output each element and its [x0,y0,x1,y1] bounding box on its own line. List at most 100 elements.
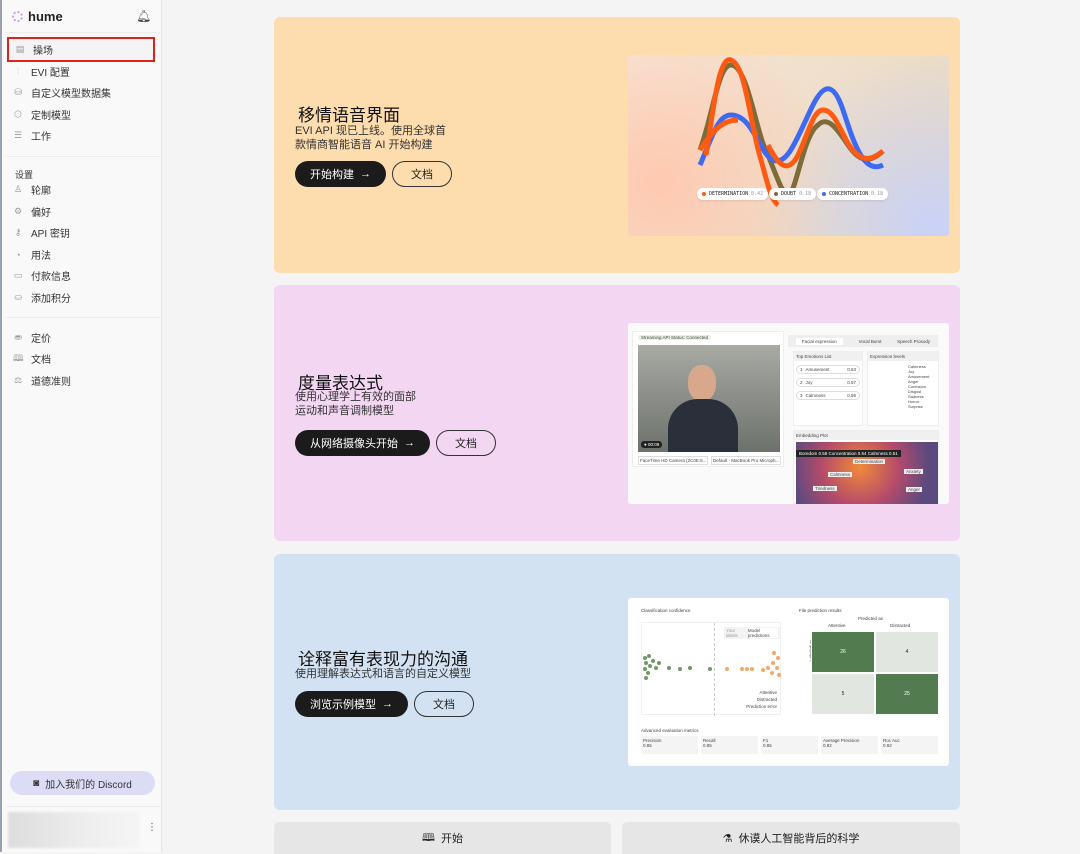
legend-attentive: Attentive [759,690,777,695]
database-icon: ⛁ [14,87,22,97]
cm-cell: 4 [875,631,939,673]
docs-button[interactable]: 文档 [436,430,496,456]
hume-logo[interactable]: hume [12,9,63,24]
confidence-plot: Your labels Model predictions Attentive Di… [641,622,781,716]
evi-waveform-image: DETERMINATION 0.42 DOUBT 0.18 CONCENTRATIO… [628,55,949,236]
legend-doubt: DOUBT 0.18 [769,188,817,200]
embedding-summary: Boredom 0.58 Concentration 0.54 Calmness… [796,450,901,457]
value: 0.18 [871,191,884,197]
legend-determination: DETERMINATION 0.42 [697,188,769,200]
layout-icon: ▤ [15,44,25,54]
card-description: 使用心理学上有效的面部运动和声音调制模型 [295,391,416,417]
confusion-matrix: 26 4 5 25 [811,631,939,715]
rank: 3 [800,393,803,398]
bell-icon[interactable]: 🔔︎ [136,9,151,23]
tab-facial-expression[interactable]: Facial expression [795,337,843,345]
metric-f1: F1 0.85 [761,736,818,754]
metric-recall: Recall 0.85 [701,736,758,754]
science-button[interactable]: ⚗ 休谟人工智能背后的科学 [622,822,960,854]
sliders-icon: ⫶ [16,66,20,76]
label: 定价 [31,334,51,345]
label: 文档 [411,169,433,181]
sidebar-item-ethics[interactable]: ⚖ 道德准则 [7,370,155,391]
sidebar-item-jobs[interactable]: ☰ 工作 [7,125,155,146]
embedding-plot-panel: Embedding Plot Boredom 0.58 Concentratio… [793,430,939,504]
mic-select[interactable]: Default - MacBook Pro Microph... [711,456,781,465]
legend-error: Prediction error [746,704,777,709]
value: 0.85 [763,743,772,748]
value: 0.92 [883,743,892,748]
brand-name: hume [28,9,63,24]
start-building-button[interactable]: 开始构建 → [295,161,386,187]
tab-speech-prosody[interactable]: Speech Prosody [897,339,930,344]
levels-list: Calmness Joy Amusement Anger Confusion Disgus… [868,361,938,409]
panel-title: Top Emotions List [794,352,862,361]
name: CONCENTRATION [829,191,869,197]
dot [774,192,778,196]
label: 文档 [433,699,455,711]
custom-models-card: 诠释富有表现力的沟通 使用理解表达式和语言的自定义模型 浏览示例模型 → 文档 C… [274,554,960,810]
panel-title: Embedding Plot [794,431,938,440]
sidebar-item-add-credits[interactable]: ⛀ 添加积分 [7,287,155,308]
card-description: 使用理解表达式和语言的自定义模型 [295,668,471,680]
camera-select[interactable]: FaceTime HD Camera (2C0E:8... [638,456,708,465]
label: 文档 [31,355,51,366]
label: EVI 配置 [31,68,70,79]
label: 浏览示例模型 [310,699,376,711]
waveform-graphic [697,57,885,208]
label: 偏好 [31,208,51,219]
more-options-icon[interactable]: ⋮ [147,822,157,833]
label: 休谟人工智能背后的科学 [738,833,860,845]
logo-icon [12,11,23,22]
predicted-as-label: Predicted as [858,616,884,621]
sidebar-item-custom-models[interactable]: ⬡ 定制模型 [7,104,155,125]
score: 0.57 [847,380,856,385]
label: 自定义模型数据集 [31,89,111,100]
get-started-button[interactable]: 🕮︎ 开始 [274,822,611,854]
sidebar-item-datasets[interactable]: ⛁ 自定义模型数据集 [7,82,155,103]
name: DOUBT [781,191,797,197]
rank: 1 [800,367,803,372]
start-webcam-button[interactable]: 从网络摄像头开始 → [295,430,430,456]
sidebar-item-billing[interactable]: ▭ 付款信息 [7,265,155,286]
legend-concentration: CONCENTRATION 0.18 [817,188,889,200]
label: 用法 [31,251,51,262]
distracted-points [725,651,781,677]
browse-models-button[interactable]: 浏览示例模型 → [295,691,408,717]
rank: 2 [800,380,803,385]
name: DETERMINATION [709,191,749,197]
face [688,365,716,401]
discord-button[interactable]: ◙ 加入我们的 Discord [10,771,155,795]
sidebar-item-profile[interactable]: ♙ 轮廓 [7,179,155,200]
embedding-label: Anxiety [904,469,923,474]
sidebar-item-usage[interactable]: ◔ 用法 [7,244,155,265]
recording-timer[interactable]: ● 00:09 [641,441,663,448]
sidebar-item-preferences[interactable]: ⚙ 偏好 [7,201,155,222]
sidebar-item-evi-config[interactable]: ⫶ EVI 配置 [7,61,155,82]
divider [6,806,160,807]
label: 道德准则 [31,377,71,388]
label: 开始构建 [310,169,354,181]
sidebar-item-api-keys[interactable]: ⚷ API 密钥 [7,222,155,243]
label: 文档 [455,438,477,450]
docs-button[interactable]: 文档 [392,161,452,187]
book-icon: 🕮︎ [422,831,435,844]
panel-title: Classification confidence [641,608,691,613]
sidebar-item-docs[interactable]: 🕮︎ 文档 [7,348,155,369]
user-profile[interactable] [8,812,140,848]
value: 0.85 [703,743,712,748]
divider [6,317,160,318]
status-badge: Streaming API Status: Connected [638,335,712,340]
docs-button[interactable]: 文档 [414,691,474,717]
embedding-plot: Boredom 0.58 Concentration 0.54 Calmness… [796,442,938,504]
sidebar-item-pricing[interactable]: ⛂ 定价 [7,327,155,348]
emotion-row: 1 Amusement 0.63 [796,365,860,374]
label: 操场 [33,46,53,57]
tab-vocal-burst[interactable]: Vocal Burst [859,339,882,344]
label: 工作 [31,132,51,143]
sidebar-item-playground[interactable]: ▤ 操场 [7,37,155,62]
value: 0.42 [751,191,764,197]
body [668,399,738,452]
cm-cell: 26 [811,631,875,673]
webcam-panel: Streaming API Status: Connected ● 00:09 … [632,331,784,467]
